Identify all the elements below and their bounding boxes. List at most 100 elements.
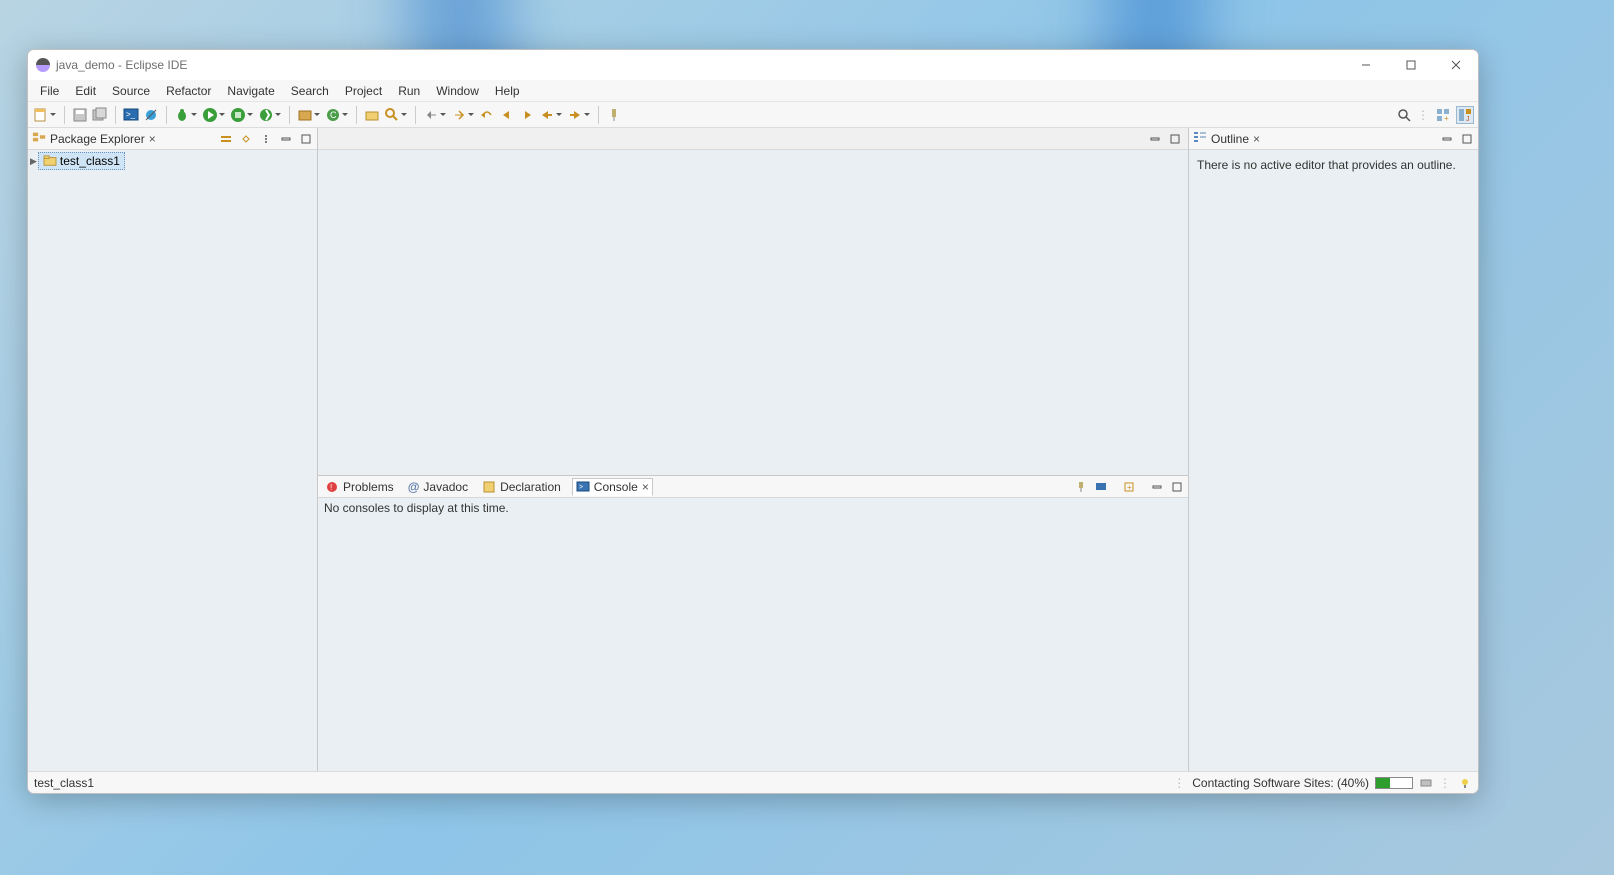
outline-maximize-button[interactable] [1460, 132, 1474, 146]
tab-javadoc[interactable]: @ Javadoc [405, 479, 471, 495]
tab-console[interactable]: > Console × [572, 478, 653, 496]
console-minimize-button[interactable] [1150, 480, 1164, 494]
forward-step-button[interactable] [518, 106, 536, 124]
menu-navigate[interactable]: Navigate [219, 82, 282, 100]
tab-console-close[interactable]: × [642, 480, 649, 494]
menu-source[interactable]: Source [104, 82, 158, 100]
open-type-button[interactable] [363, 106, 381, 124]
terminal-button[interactable]: >_ [122, 106, 140, 124]
menu-file[interactable]: File [32, 82, 67, 100]
menu-refactor[interactable]: Refactor [158, 82, 219, 100]
menu-edit[interactable]: Edit [67, 82, 104, 100]
run-button[interactable] [201, 106, 219, 124]
console-maximize-button[interactable] [1170, 480, 1184, 494]
svg-text:!: ! [330, 483, 332, 492]
open-console-button[interactable]: + [1122, 480, 1136, 494]
bottom-pane: ! Problems @ Javadoc Declaration > Conso… [318, 476, 1188, 771]
tab-javadoc-label: Javadoc [423, 480, 468, 494]
outline-title: Outline [1211, 132, 1249, 146]
titlebar: java_demo - Eclipse IDE [28, 50, 1478, 80]
new-button[interactable] [32, 106, 50, 124]
link-editor-button[interactable] [239, 132, 253, 146]
forward-history-button[interactable] [566, 106, 584, 124]
console-body: No consoles to display at this time. [318, 498, 1188, 771]
open-perspective-button[interactable]: + [1434, 106, 1452, 124]
menu-help[interactable]: Help [487, 82, 528, 100]
maximize-button[interactable] [1388, 50, 1433, 80]
svg-text:J: J [1466, 116, 1470, 123]
new-package-button[interactable] [296, 106, 314, 124]
status-separator: ⋮ [1173, 776, 1186, 790]
tree-expand-arrow[interactable]: ▶ [30, 156, 37, 167]
java-perspective-button[interactable]: J [1456, 106, 1474, 124]
last-edit-button[interactable] [478, 106, 496, 124]
workspace: Package Explorer × ▶ test_class1 [28, 128, 1478, 771]
minimize-button[interactable] [1343, 50, 1388, 80]
quick-access-button[interactable] [1395, 106, 1413, 124]
package-explorer-view: Package Explorer × ▶ test_class1 [28, 128, 318, 771]
save-all-button[interactable] [91, 106, 109, 124]
toolbar-separator: ⋮ [1417, 108, 1430, 122]
minimize-view-button[interactable] [279, 132, 293, 146]
svg-text:+: + [1127, 483, 1132, 492]
editor-area: ! Problems @ Javadoc Declaration > Conso… [318, 128, 1188, 771]
outline-view: Outline × There is no active editor that… [1188, 128, 1478, 771]
pin-editor-button[interactable] [605, 106, 623, 124]
problems-icon: ! [325, 480, 339, 494]
new-class-button[interactable]: C [324, 106, 342, 124]
collapse-all-button[interactable] [219, 132, 233, 146]
next-annotation-button[interactable] [450, 106, 468, 124]
svg-text:>: > [579, 484, 583, 491]
tab-problems-label: Problems [343, 480, 394, 494]
main-toolbar: >_ C ⋮ + J [28, 102, 1478, 128]
menu-run[interactable]: Run [390, 82, 428, 100]
eclipse-window: java_demo - Eclipse IDE File Edit Source… [27, 49, 1479, 794]
display-console-button[interactable] [1094, 480, 1108, 494]
console-message: No consoles to display at this time. [324, 501, 509, 515]
close-button[interactable] [1433, 50, 1478, 80]
eclipse-icon [36, 58, 50, 72]
run-last-button[interactable] [257, 106, 275, 124]
tree-item-test-class1[interactable]: test_class1 [38, 152, 125, 170]
tip-button[interactable] [1458, 776, 1472, 790]
menu-search[interactable]: Search [283, 82, 337, 100]
outline-minimize-button[interactable] [1440, 132, 1454, 146]
menu-window[interactable]: Window [428, 82, 487, 100]
javadoc-icon: @ [408, 480, 420, 494]
save-button[interactable] [71, 106, 89, 124]
console-icon: > [576, 480, 590, 494]
skip-breakpoints-button[interactable] [142, 106, 160, 124]
back-history-button[interactable] [538, 106, 556, 124]
editor-minimize-button[interactable] [1148, 132, 1162, 146]
debug-button[interactable] [173, 106, 191, 124]
project-folder-icon [43, 155, 57, 167]
tree-item-label: test_class1 [60, 154, 120, 168]
package-explorer-title: Package Explorer [50, 132, 145, 146]
pin-console-button[interactable] [1074, 480, 1088, 494]
status-progress-text: Contacting Software Sites: (40%) [1192, 776, 1369, 790]
maximize-view-button[interactable] [299, 132, 313, 146]
search-button[interactable] [383, 106, 401, 124]
tab-declaration-label: Declaration [500, 480, 561, 494]
coverage-button[interactable] [229, 106, 247, 124]
menubar: File Edit Source Refactor Navigate Searc… [28, 80, 1478, 102]
status-left: test_class1 [34, 776, 94, 790]
status-separator-2: ⋮ [1439, 776, 1452, 790]
menu-project[interactable]: Project [337, 82, 390, 100]
window-title: java_demo - Eclipse IDE [56, 58, 187, 72]
tab-declaration[interactable]: Declaration [479, 479, 564, 495]
editor-empty-area [318, 150, 1188, 476]
tab-problems[interactable]: ! Problems [322, 479, 397, 495]
editor-maximize-button[interactable] [1168, 132, 1182, 146]
tab-console-label: Console [594, 480, 638, 494]
statusbar: test_class1 ⋮ Contacting Software Sites:… [28, 771, 1478, 793]
annotation-nav-button[interactable] [422, 106, 440, 124]
back-step-button[interactable] [498, 106, 516, 124]
outline-close[interactable]: × [1253, 132, 1260, 146]
view-menu-button[interactable] [259, 132, 273, 146]
outline-icon [1193, 130, 1207, 147]
package-explorer-close[interactable]: × [149, 132, 156, 146]
svg-text:C: C [330, 110, 337, 120]
progress-view-button[interactable] [1419, 776, 1433, 790]
outline-message: There is no active editor that provides … [1191, 152, 1476, 178]
